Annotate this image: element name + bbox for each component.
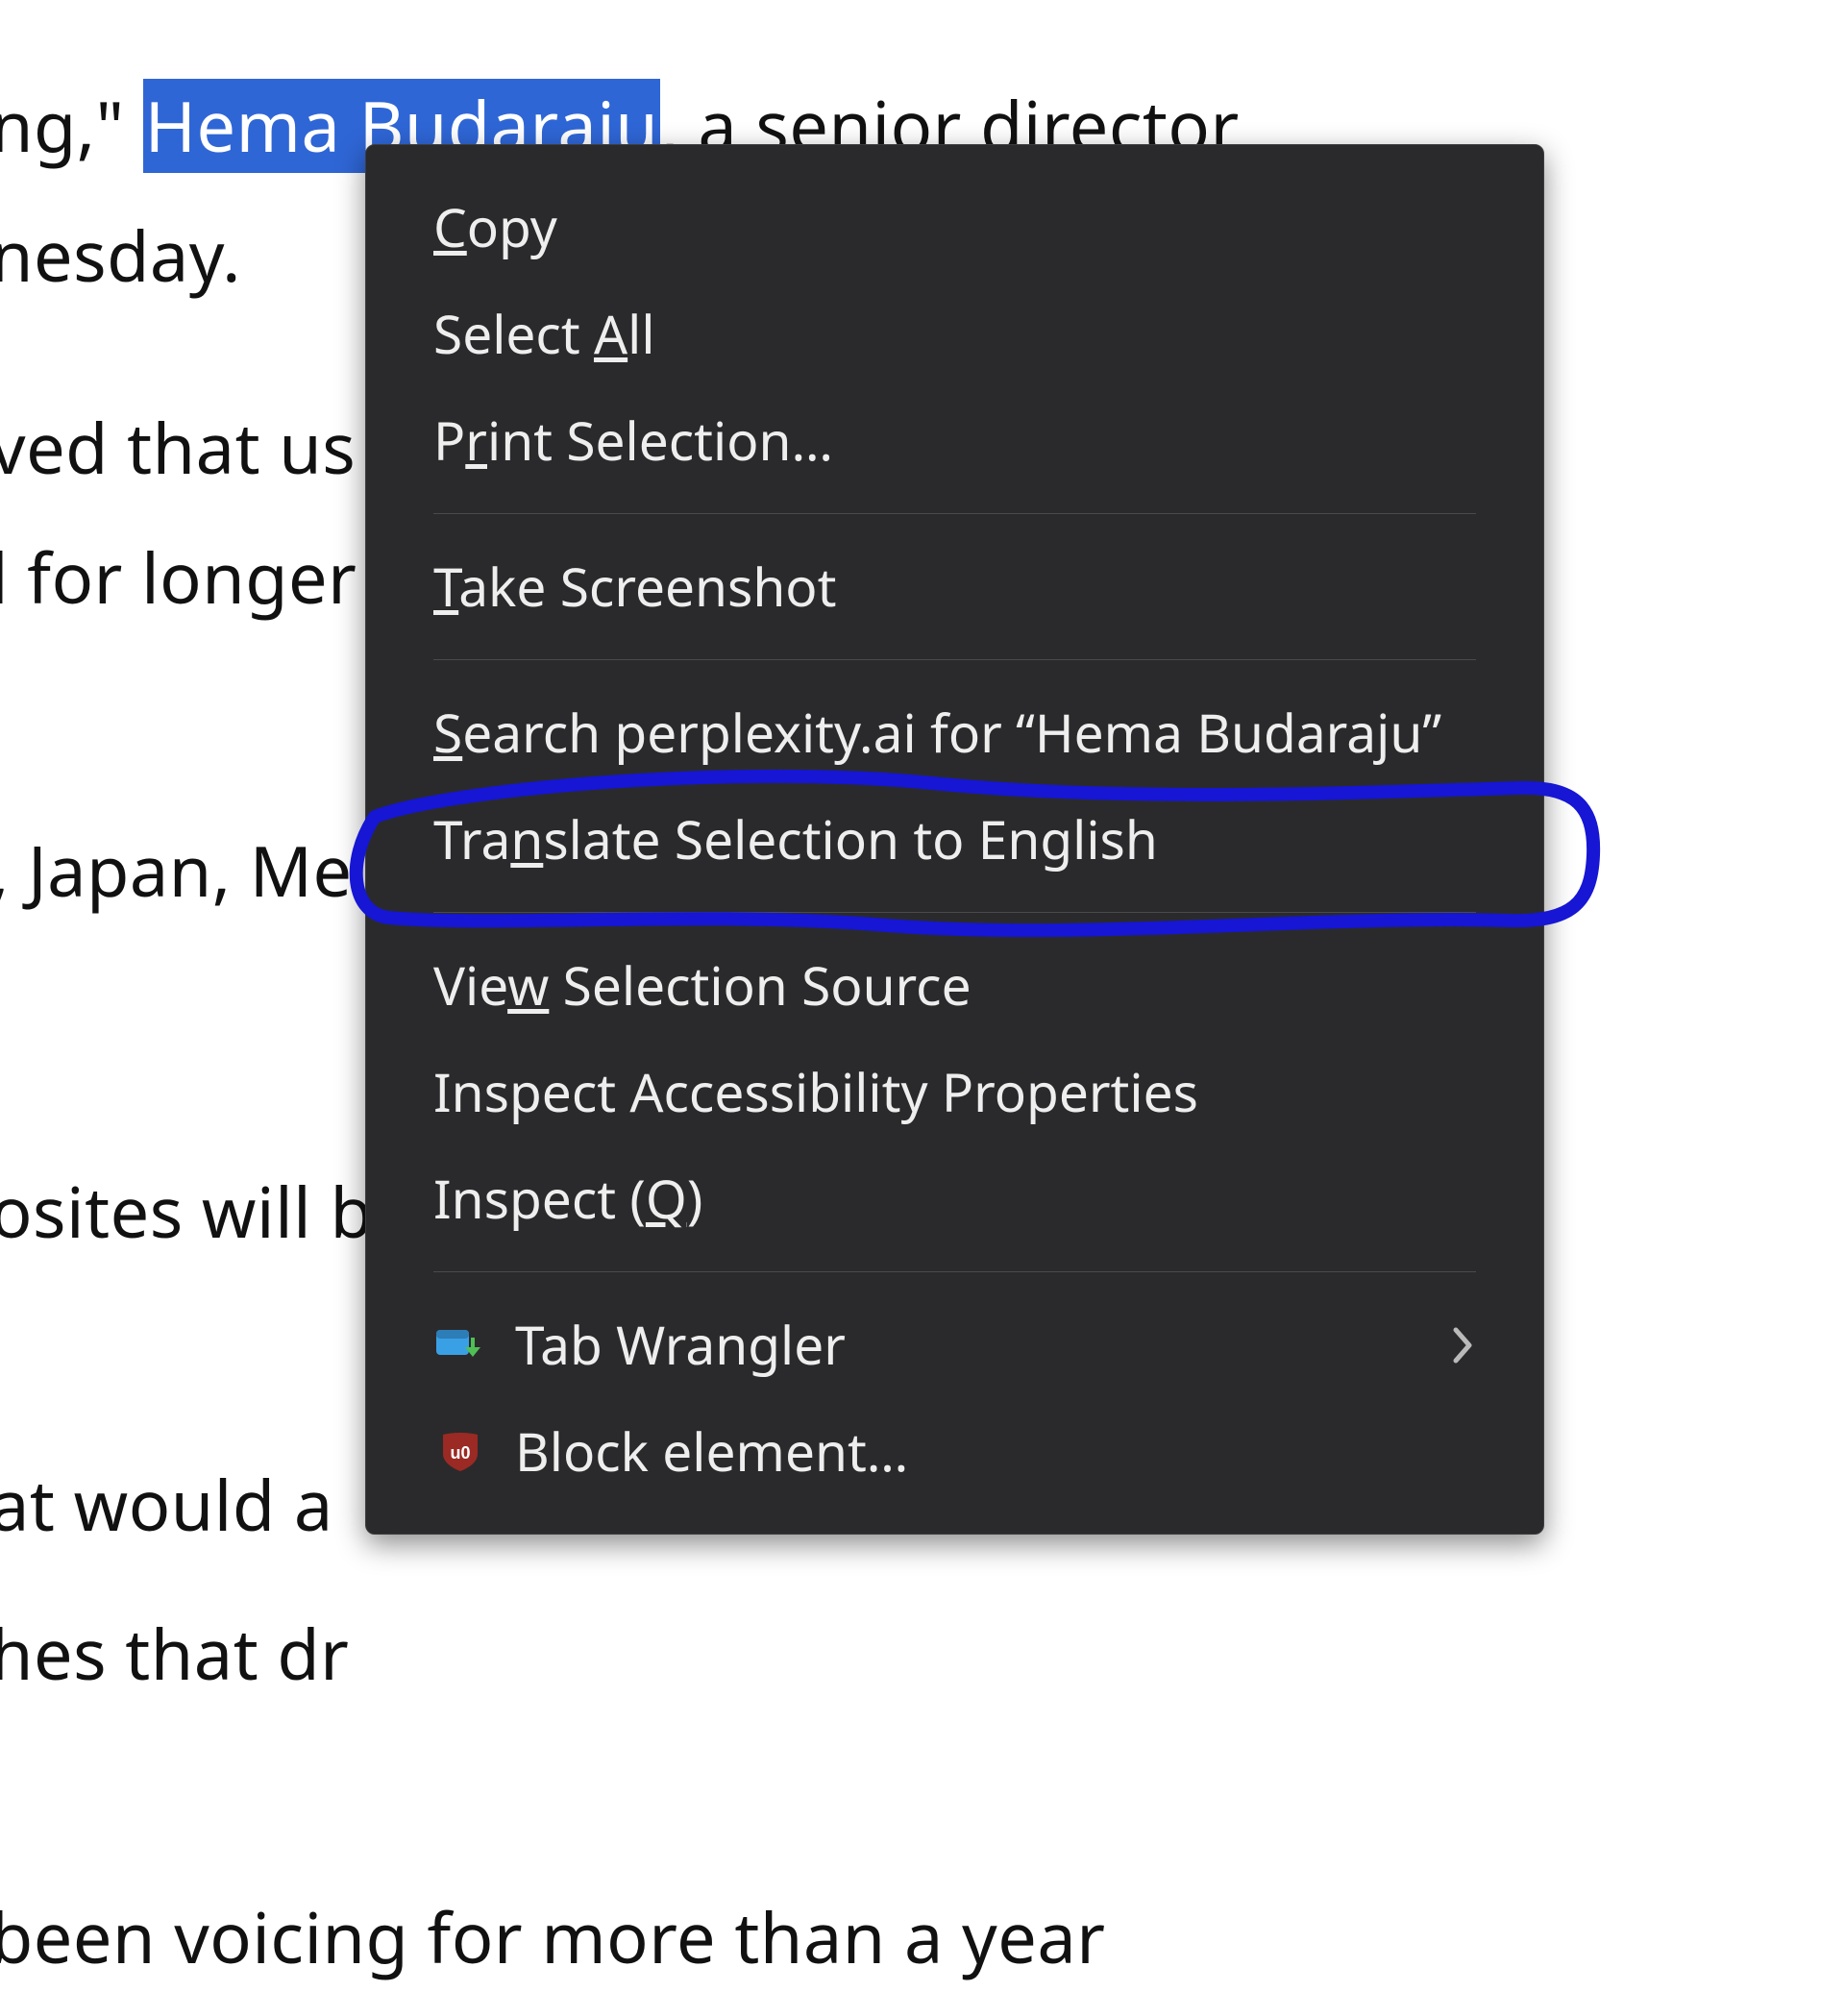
menu-label: Translate Selection to English [433, 803, 1476, 875]
menu-inspect-accessibility[interactable]: Inspect Accessibility Properties [366, 1039, 1543, 1145]
menu-view-selection-source[interactable]: View Selection Source [366, 932, 1543, 1039]
svg-text:u0: u0 [450, 1443, 470, 1463]
tab-wrangler-icon [433, 1328, 486, 1363]
menu-select-all[interactable]: Select All [366, 281, 1543, 387]
menu-copy[interactable]: Copy [366, 174, 1543, 281]
menu-separator [433, 659, 1476, 660]
menu-label: Copy [433, 191, 1476, 263]
text-line-6: osites will b [0, 1177, 373, 1246]
menu-translate-selection[interactable]: Translate Selection to English [366, 786, 1543, 893]
menu-tab-wrangler[interactable]: Tab Wrangler [366, 1291, 1543, 1398]
menu-label: Search perplexity.ai for “Hema Budaraju” [433, 697, 1476, 769]
menu-print-selection[interactable]: Print Selection… [366, 387, 1543, 494]
menu-separator [433, 1271, 1476, 1272]
menu-search-selection[interactable]: Search perplexity.ai for “Hema Budaraju” [366, 679, 1543, 786]
text-line-5: , Japan, Me [0, 836, 353, 905]
ublock-origin-icon: u0 [433, 1431, 486, 1473]
menu-inspect[interactable]: Inspect (Q) [366, 1145, 1543, 1252]
menu-label: Block element… [515, 1415, 1476, 1487]
menu-take-screenshot[interactable]: Take Screenshot [366, 533, 1543, 640]
menu-label: View Selection Source [433, 949, 1476, 1021]
menu-label: Select All [433, 298, 1476, 370]
menu-block-element[interactable]: u0 Block element… [366, 1398, 1543, 1505]
menu-label: Inspect (Q) [433, 1163, 1476, 1235]
menu-label: Take Screenshot [433, 551, 1476, 623]
context-menu: Copy Select All Print Selection… Take Sc… [365, 144, 1544, 1535]
text-line-9: been voicing for more than a year [0, 1903, 1106, 1972]
menu-label: Print Selection… [433, 405, 1476, 477]
menu-separator [433, 513, 1476, 514]
menu-label: Inspect Accessibility Properties [433, 1056, 1476, 1128]
text-line-2: nesday. [0, 221, 241, 290]
chevron-right-icon [1451, 1309, 1476, 1381]
menu-separator [433, 912, 1476, 913]
text-line-8: hes that dr [0, 1619, 349, 1688]
text-line-7: at would a [0, 1470, 333, 1539]
text-fragment: ng," [0, 79, 143, 173]
text-line-4: l for longer [0, 543, 357, 612]
text-line-3: ved that us [0, 413, 356, 482]
menu-label: Tab Wrangler [515, 1309, 1451, 1381]
